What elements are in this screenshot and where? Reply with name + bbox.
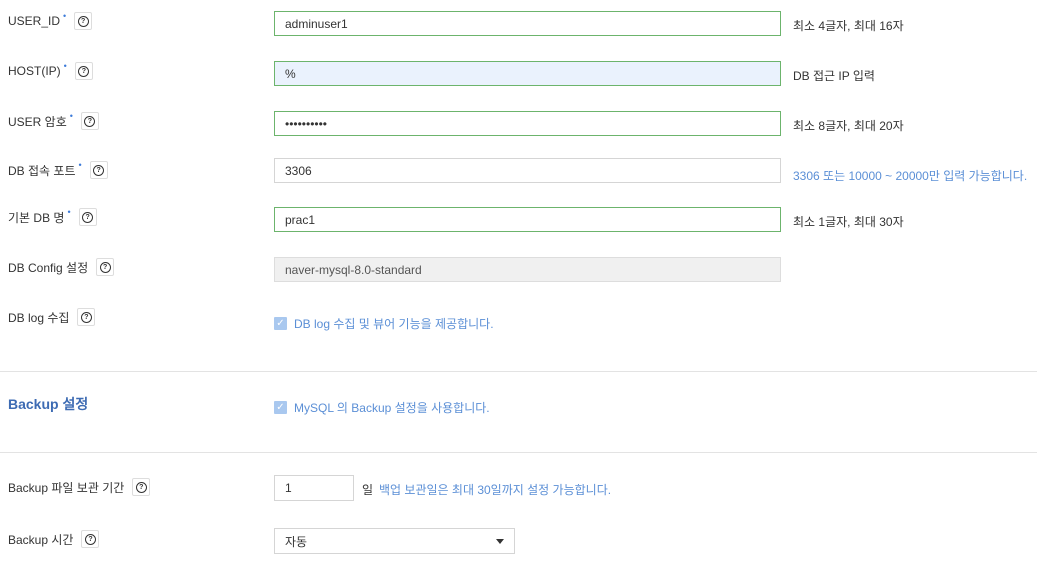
- help-icon: ?: [78, 65, 90, 77]
- host-input[interactable]: [274, 61, 781, 86]
- log-checkbox[interactable]: ✓ DB log 수집 및 뷰어 기능을 제공합니다.: [274, 315, 494, 332]
- port-label: DB 접속 포트 • ?: [8, 160, 108, 179]
- password-hint: 최소 8글자, 최대 20자: [793, 119, 904, 133]
- port-hint: 3306 또는 10000 ~ 20000만 입력 가능합니다.: [793, 169, 1028, 183]
- help-icon: ?: [135, 481, 147, 493]
- password-help-button[interactable]: ?: [80, 112, 99, 130]
- default-db-hint: 최소 1글자, 최대 30자: [793, 215, 904, 229]
- retention-label: Backup 파일 보관 기간 ?: [8, 478, 151, 496]
- required-mark: •: [63, 11, 67, 21]
- caret-down-icon: [496, 538, 504, 544]
- port-help-button[interactable]: ?: [89, 161, 108, 179]
- backup-checkbox[interactable]: ✓ MySQL 의 Backup 설정을 사용합니다.: [274, 399, 490, 416]
- help-icon: ?: [84, 533, 96, 545]
- required-mark: •: [78, 160, 82, 170]
- retention-hint: 백업 보관일은 최대 30일까지 설정 가능합니다.: [379, 483, 612, 497]
- help-icon: ?: [82, 211, 94, 223]
- retention-unit: 일: [362, 483, 374, 497]
- host-help-button[interactable]: ?: [74, 62, 93, 80]
- retention-input[interactable]: [274, 475, 354, 501]
- default-db-input[interactable]: [274, 207, 781, 232]
- help-icon: ?: [84, 115, 96, 127]
- time-help-button[interactable]: ?: [81, 530, 100, 548]
- default-db-label: 기본 DB 명 • ?: [8, 207, 97, 226]
- user-id-hint: 최소 4글자, 최대 16자: [793, 19, 904, 33]
- user-id-input[interactable]: [274, 11, 781, 36]
- port-input[interactable]: [274, 158, 781, 183]
- backup-section-title: Backup 설정: [8, 396, 89, 412]
- config-input: [274, 257, 781, 282]
- host-label: HOST(IP) • ?: [8, 61, 93, 80]
- password-input[interactable]: [274, 111, 781, 136]
- checkbox-icon: ✓: [274, 317, 287, 330]
- config-label: DB Config 설정 ?: [8, 258, 115, 276]
- required-mark: •: [67, 207, 71, 217]
- checkbox-icon: ✓: [274, 401, 287, 414]
- default-db-help-button[interactable]: ?: [78, 208, 97, 226]
- divider: [0, 452, 1037, 453]
- user-id-help-button[interactable]: ?: [74, 12, 93, 30]
- password-label: USER 암호 • ?: [8, 111, 99, 130]
- help-icon: ?: [77, 15, 89, 27]
- required-mark: •: [69, 111, 73, 121]
- help-icon: ?: [80, 311, 92, 323]
- help-icon: ?: [99, 261, 111, 273]
- host-hint: DB 접근 IP 입력: [793, 69, 875, 83]
- log-help-button[interactable]: ?: [77, 308, 96, 326]
- retention-help-button[interactable]: ?: [132, 478, 151, 496]
- divider: [0, 371, 1037, 372]
- required-mark: •: [63, 61, 67, 71]
- user-id-label: USER_ID • ?: [8, 11, 93, 30]
- time-label: Backup 시간 ?: [8, 530, 100, 548]
- log-label: DB log 수집 ?: [8, 308, 96, 326]
- backup-time-select[interactable]: 자동: [274, 528, 515, 554]
- config-help-button[interactable]: ?: [96, 258, 115, 276]
- help-icon: ?: [93, 164, 105, 176]
